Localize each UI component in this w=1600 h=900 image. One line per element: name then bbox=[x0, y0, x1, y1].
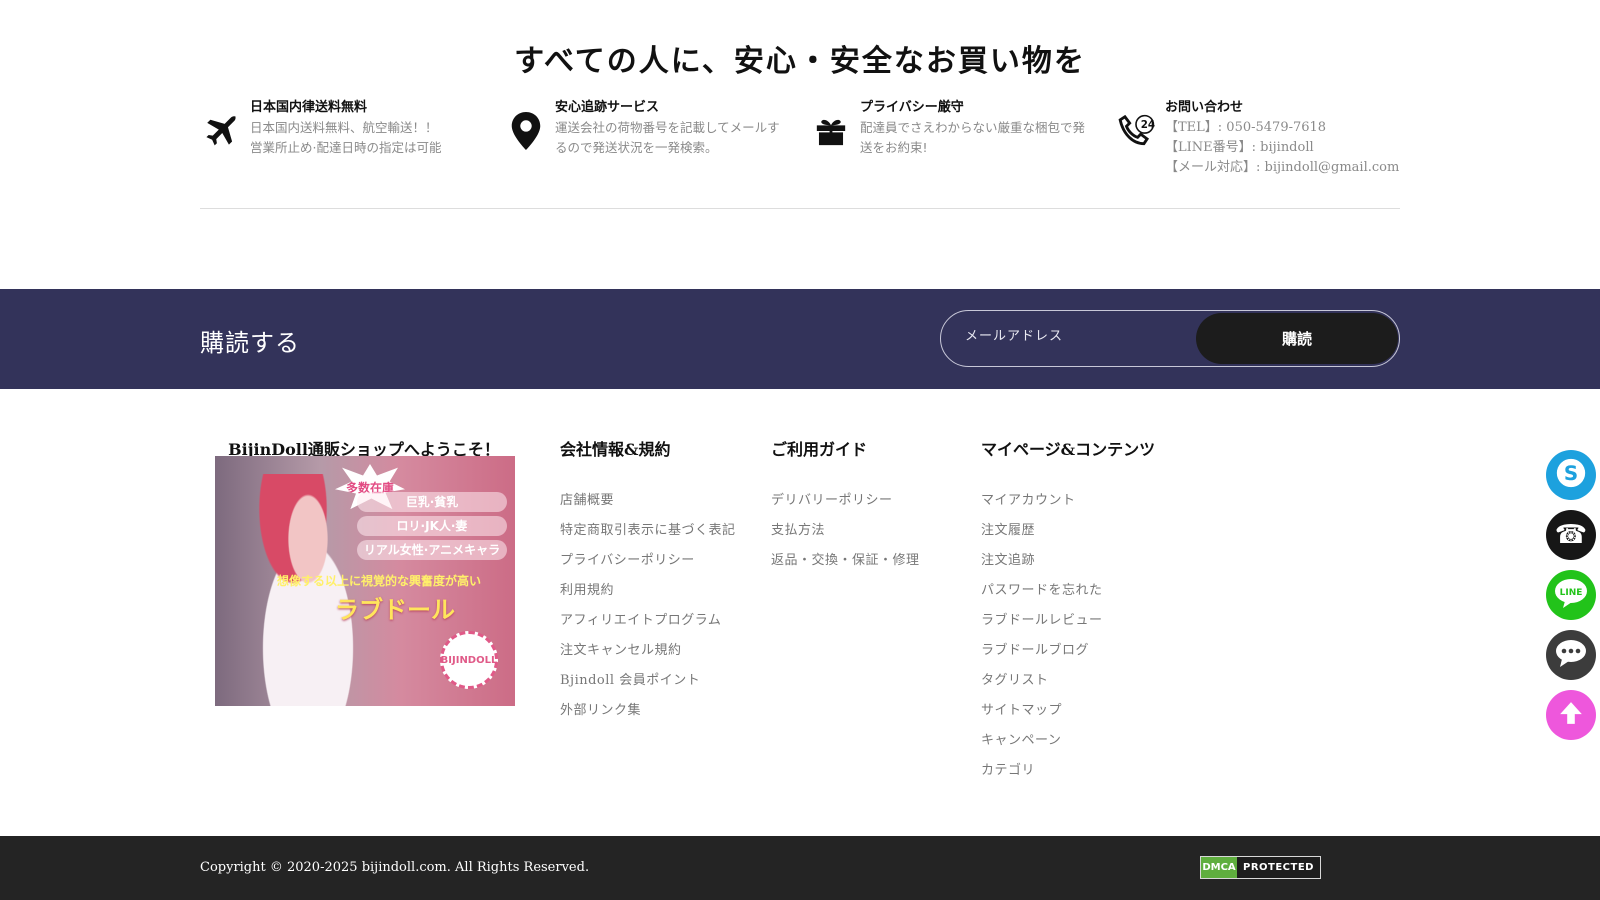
feature-tracking: 安心追跡サービス 運送会社の荷物番号を記載してメールす るので発送状況を一発検索… bbox=[505, 96, 795, 186]
column-title: 会社情報&規約 bbox=[560, 440, 671, 459]
footer-link[interactable]: 注文追跡 bbox=[981, 552, 1155, 582]
dmca-label: DMCA bbox=[1201, 857, 1237, 878]
footer-link[interactable]: サイトマップ bbox=[981, 702, 1155, 732]
footer-link[interactable]: 返品・交換・保証・修理 bbox=[771, 552, 920, 582]
line-icon: LINE bbox=[1553, 577, 1589, 613]
footer-links: BijinDoll通販ショップへようこそ！ 多数在庫 巨乳·貧乳 ロリ·JK人·… bbox=[0, 389, 1600, 836]
svg-text:S: S bbox=[1564, 462, 1578, 485]
banner-tag: ロリ·JK人·妻 bbox=[357, 516, 507, 536]
feature-desc-line: るので発送状況を一発検索。 bbox=[555, 140, 718, 155]
footer-link[interactable]: 外部リンク集 bbox=[560, 702, 736, 732]
footer-link[interactable]: 支払方法 bbox=[771, 522, 920, 552]
feature-privacy: プライバシー厳守 配達員でさえわからない厳重な梱包で発 送をお約束! bbox=[810, 96, 1100, 186]
feature-desc: 運送会社の荷物番号を記載してメールす るので発送状況を一発検索。 bbox=[555, 118, 780, 158]
footer-link[interactable]: 注文履歴 bbox=[981, 522, 1155, 552]
footer-link[interactable]: ラブドールブログ bbox=[981, 642, 1155, 672]
features-section: すべての人に、安心・安全なお買い物を 日本国内律送料無料 日本国内送料無料、航空… bbox=[0, 0, 1600, 290]
footer-link[interactable]: 特定商取引表示に基づく表記 bbox=[560, 522, 736, 552]
feature-desc: 【TEL】: 050-5479-7618 【LINE番号】: bijindoll… bbox=[1165, 118, 1399, 178]
line-button[interactable]: LINE bbox=[1546, 570, 1596, 620]
arrow-up-icon bbox=[1558, 700, 1584, 730]
feature-desc: 日本国内送料無料、航空輸送！！ 営業所止め·配達日時の指定は可能 bbox=[250, 118, 441, 158]
column-title: マイページ&コンテンツ bbox=[981, 440, 1156, 459]
phone-button[interactable]: ☎ bbox=[1546, 510, 1596, 560]
gift-icon bbox=[810, 110, 852, 152]
feature-desc-line: 営業所止め·配達日時の指定は可能 bbox=[250, 140, 442, 155]
subscribe-form: 購読 bbox=[940, 310, 1400, 367]
contact-line: 【LINE番号】: bijindoll bbox=[1165, 140, 1314, 155]
footer-link[interactable]: プライバシーポリシー bbox=[560, 552, 736, 582]
footer-column-guide: ご利用ガイド デリバリーポリシー 支払方法 返品・交換・保証・修理 bbox=[771, 436, 920, 582]
feature-desc-line: 日本国内送料無料、航空輸送！！ bbox=[250, 120, 438, 135]
phone-24h-icon: 24 bbox=[1115, 110, 1157, 152]
feature-desc-line: 運送会社の荷物番号を記載してメールす bbox=[555, 120, 780, 135]
subscribe-button[interactable]: 購読 bbox=[1196, 313, 1398, 364]
chat-button[interactable] bbox=[1546, 630, 1596, 680]
footer-link[interactable]: ラブドールレビュー bbox=[981, 612, 1155, 642]
banner-tag: 巨乳·貧乳 bbox=[357, 492, 507, 512]
contact-email: 【メール対応】: bijindoll@gmail.com bbox=[1165, 160, 1400, 175]
promo-banner[interactable]: 多数在庫 巨乳·貧乳 ロリ·JK人·妻 リアル女性·アニメキャラ 想像する以上に… bbox=[215, 456, 515, 706]
svg-text:LINE: LINE bbox=[1560, 588, 1583, 598]
feature-desc-line: 配達員でさえわからない厳重な梱包で発 bbox=[860, 120, 1086, 135]
feature-contact: 24 お問い合わせ 【TEL】: 050-5479-7618 【LINE番号】:… bbox=[1115, 96, 1415, 186]
footer-link[interactable]: 注文キャンセル規約 bbox=[560, 642, 736, 672]
feature-title: プライバシー厳守 bbox=[860, 100, 964, 115]
divider bbox=[200, 208, 1400, 209]
feature-title: お問い合わせ bbox=[1165, 100, 1244, 115]
feature-desc-line: 送をお約束! bbox=[860, 140, 928, 155]
footer-link[interactable]: パスワードを忘れた bbox=[981, 582, 1155, 612]
feature-shipping: 日本国内律送料無料 日本国内送料無料、航空輸送！！ 営業所止め·配達日時の指定は… bbox=[200, 96, 460, 186]
footer-link[interactable]: 店舗概要 bbox=[560, 492, 736, 522]
footer-column-mypage: マイページ&コンテンツ マイアカウント 注文履歴 注文追跡 パスワードを忘れた … bbox=[981, 436, 1155, 792]
features-title: すべての人に、安心・安全なお買い物を bbox=[514, 44, 1086, 79]
footer-link[interactable]: 利用規約 bbox=[560, 582, 736, 612]
subscribe-label: 購読する bbox=[200, 329, 300, 357]
banner-tagline: 想像する以上に視覚的な興奮度が高い bbox=[277, 574, 482, 588]
email-input[interactable] bbox=[965, 329, 1165, 344]
bottom-bar: Copyright © 2020-2025 bijindoll.com. All… bbox=[0, 836, 1600, 900]
column-title: ご利用ガイド bbox=[771, 440, 868, 459]
footer-link[interactable]: マイアカウント bbox=[981, 492, 1155, 522]
feature-desc: 配達員でさえわからない厳重な梱包で発 送をお約束! bbox=[860, 118, 1085, 158]
subscribe-section: 購読する 購読 bbox=[0, 289, 1600, 389]
feature-title: 安心追跡サービス bbox=[555, 100, 660, 115]
location-pin-icon bbox=[505, 110, 547, 152]
banner-tag: リアル女性·アニメキャラ bbox=[357, 540, 507, 560]
skype-icon: S bbox=[1554, 456, 1588, 494]
banner-logo: BIJINDOLL bbox=[440, 631, 498, 689]
skype-button[interactable]: S bbox=[1546, 450, 1596, 500]
back-to-top-button[interactable] bbox=[1546, 690, 1596, 740]
footer-link[interactable]: アフィリエイトプログラム bbox=[560, 612, 736, 642]
banner-headline: ラブドール bbox=[335, 596, 455, 624]
dmca-badge[interactable]: DMCA PROTECTED bbox=[1200, 856, 1321, 879]
airplane-icon bbox=[200, 110, 242, 152]
chat-icon bbox=[1554, 638, 1588, 672]
contact-tel: 【TEL】: 050-5479-7618 bbox=[1165, 120, 1327, 135]
footer-column-company: 会社情報&規約 店舗概要 特定商取引表示に基づく表記 プライバシーポリシー 利用… bbox=[560, 436, 736, 732]
dmca-protected-label: PROTECTED bbox=[1237, 857, 1320, 878]
footer-link[interactable]: キャンペーン bbox=[981, 732, 1155, 762]
feature-title: 日本国内律送料無料 bbox=[250, 100, 368, 115]
footer-link[interactable]: カテゴリ bbox=[981, 762, 1155, 792]
phone-icon: ☎ bbox=[1554, 520, 1588, 550]
footer-link[interactable]: タグリスト bbox=[981, 672, 1155, 702]
footer-link[interactable]: デリバリーポリシー bbox=[771, 492, 920, 522]
copyright-text: Copyright © 2020-2025 bijindoll.com. All… bbox=[200, 860, 590, 875]
footer-link[interactable]: Bjindoll 会員ポイント bbox=[560, 672, 736, 702]
